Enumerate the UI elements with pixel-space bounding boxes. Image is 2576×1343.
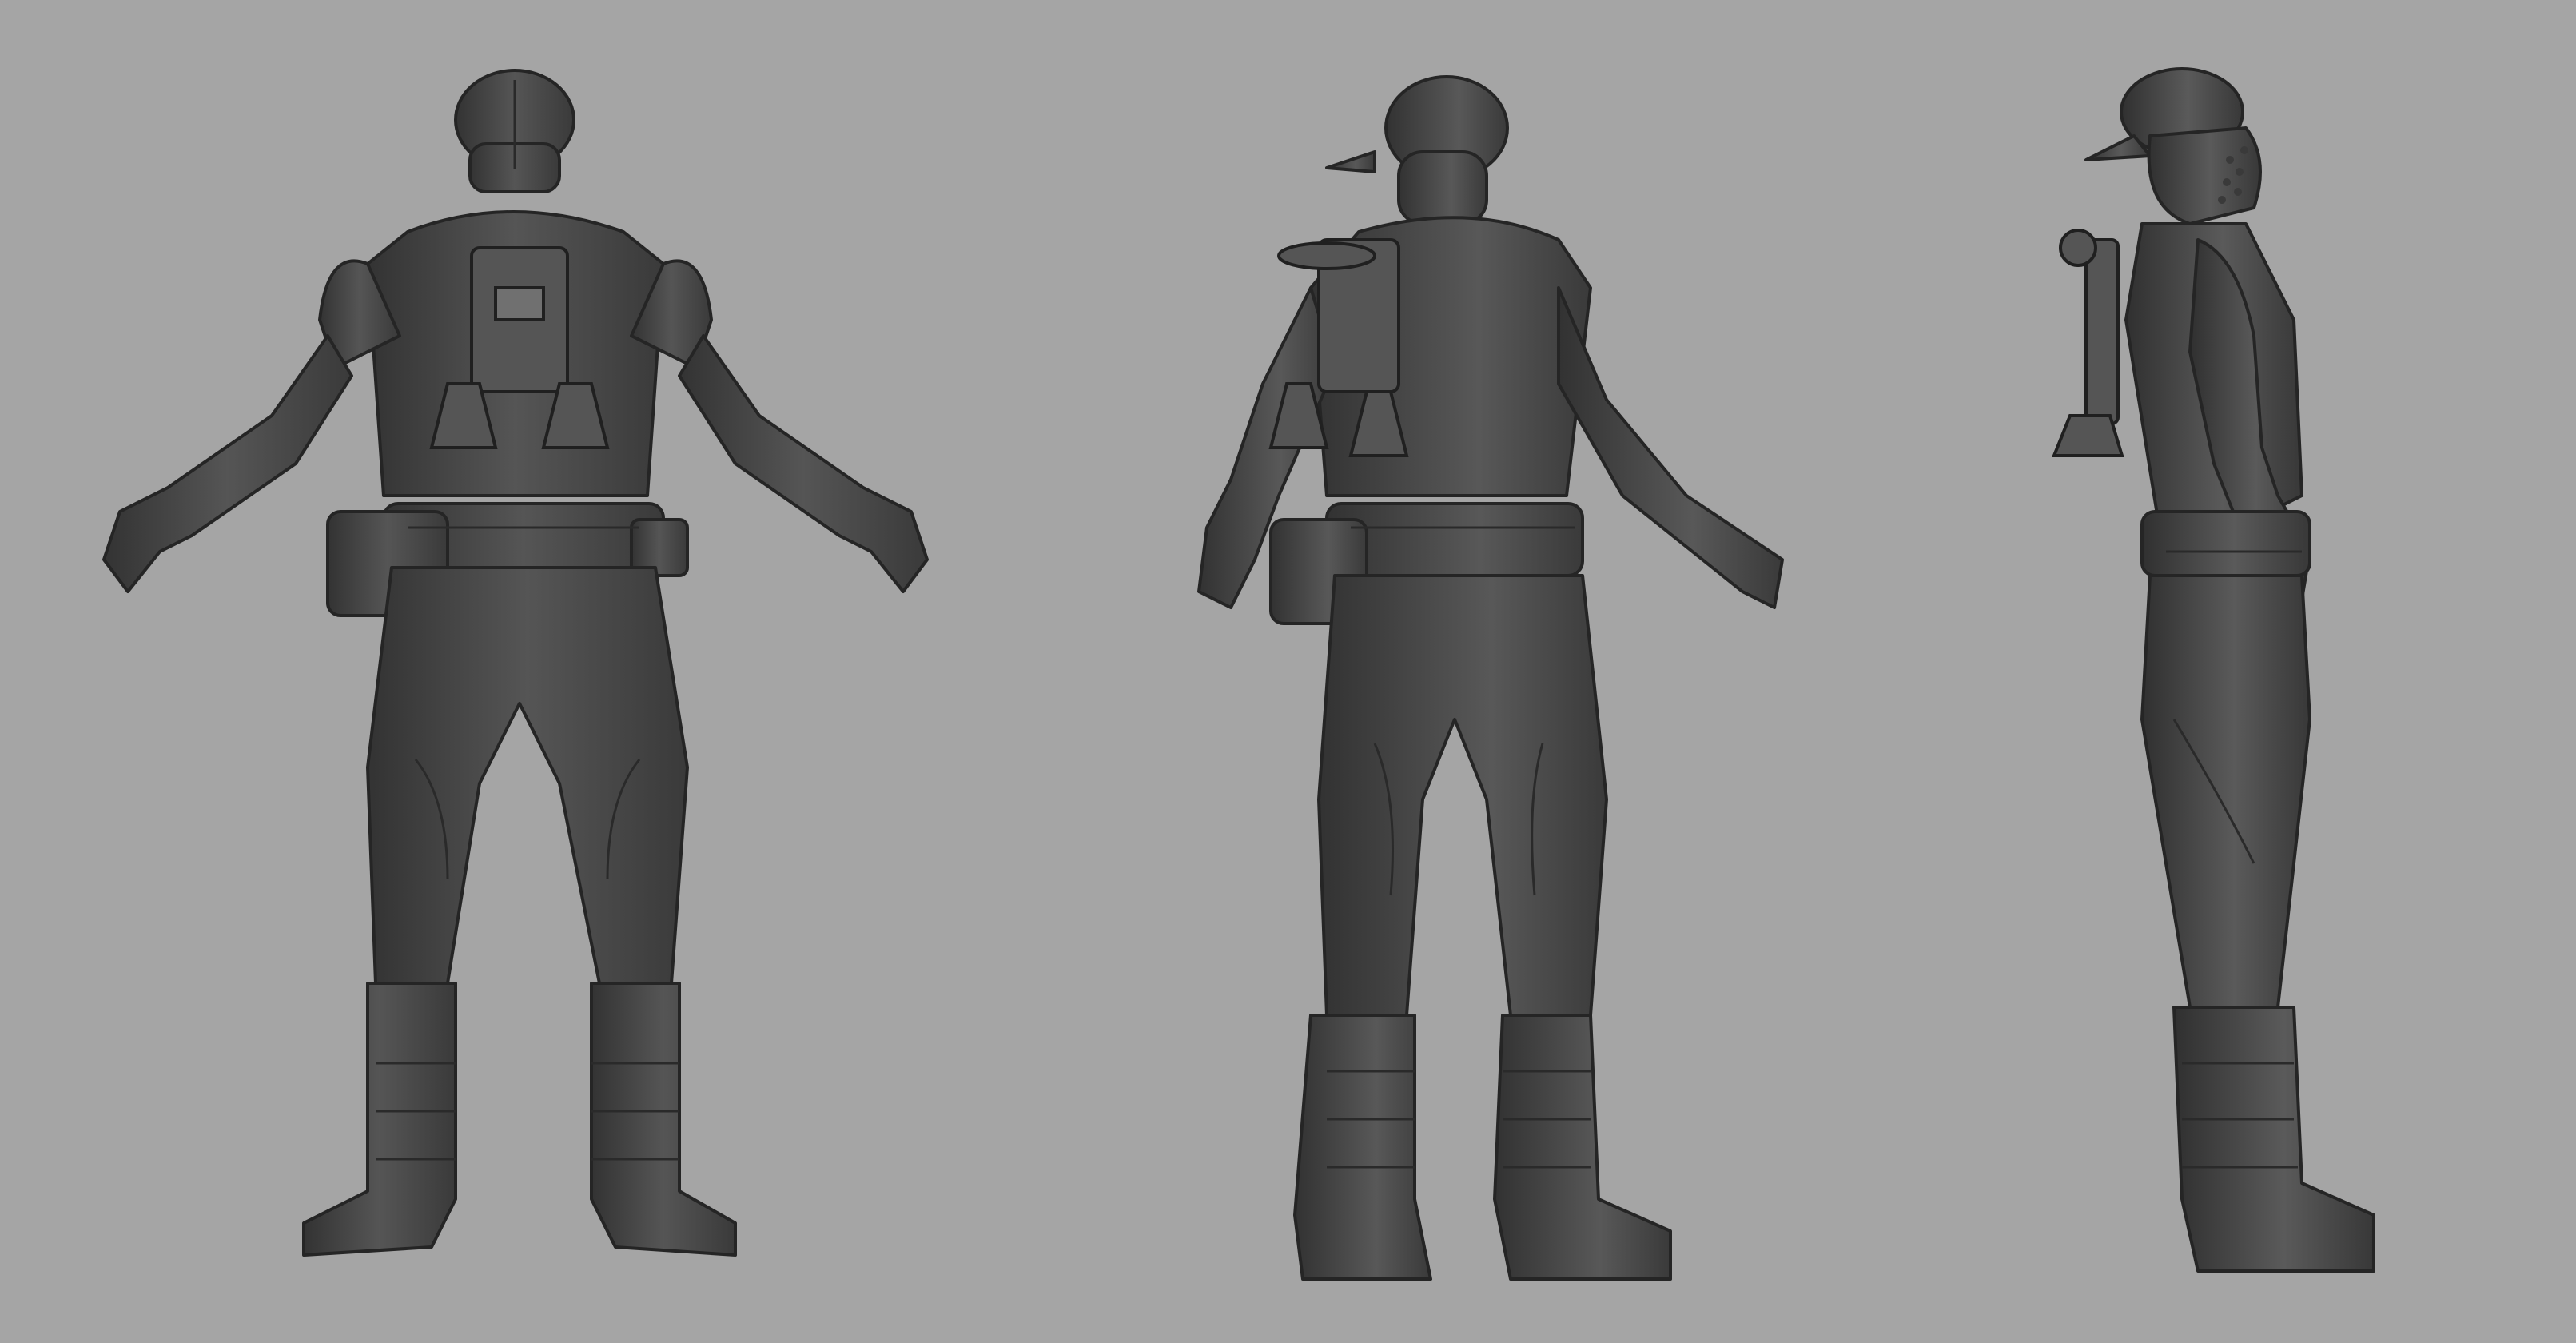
render-viewport	[0, 0, 2576, 1343]
soldier-three-quarter-view	[1111, 0, 1878, 1343]
soldier-back-view-icon	[102, 69, 929, 1257]
soldier-side-view	[1990, 0, 2390, 1343]
soldier-three-quarter-back-view-icon	[1197, 75, 1784, 1281]
soldier-side-view-icon	[2052, 67, 2375, 1273]
soldier-back-view	[32, 0, 991, 1343]
